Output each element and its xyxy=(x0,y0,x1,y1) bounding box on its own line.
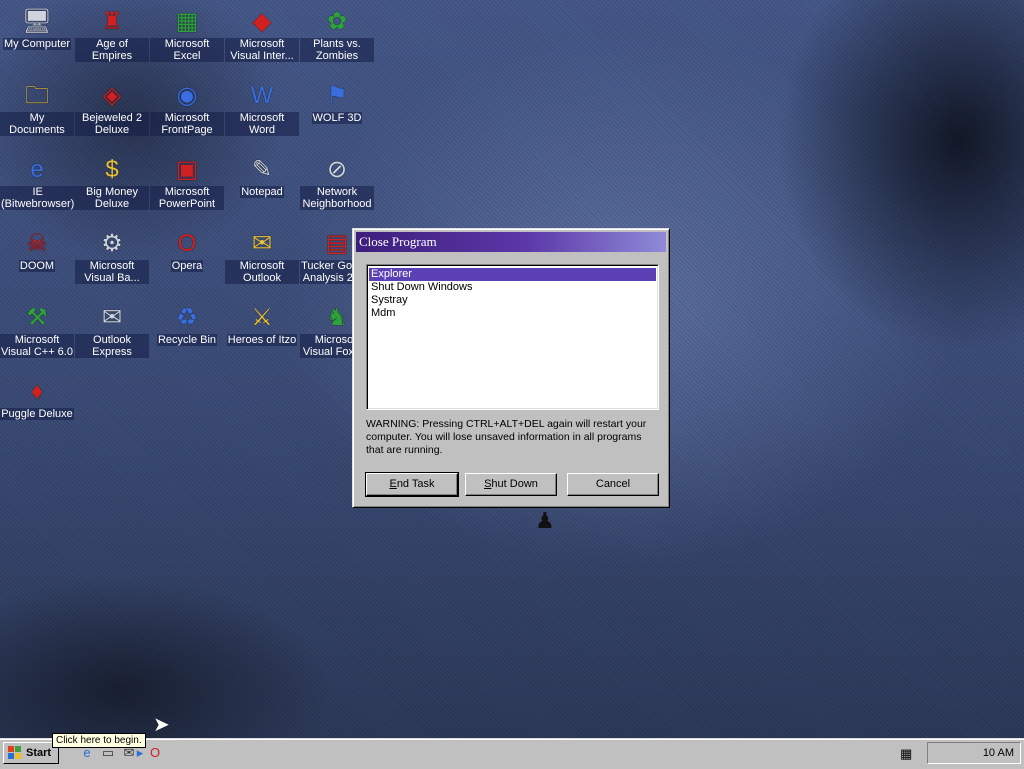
desktop-icon-label: Microsoft Visual Inter... xyxy=(225,38,299,62)
desktop-icon-label: Notepad xyxy=(240,186,284,198)
windows-logo-icon xyxy=(8,746,21,759)
tucker-google-analysis-2010-icon: ▤ xyxy=(325,230,349,257)
desktop-icon-label: Microsoft Visual C++ 6.0 xyxy=(0,334,74,358)
desktop-icon-label: Outlook Express xyxy=(75,334,149,358)
desktop-icon-puggle-deluxe[interactable]: ♦ Puggle Deluxe xyxy=(0,374,74,444)
desktop-icon-label: Puggle Deluxe xyxy=(0,408,74,420)
my-documents-icon: 🗀 xyxy=(25,82,49,109)
microsoft-visual-foxpro-icon: ♞ xyxy=(326,304,348,331)
process-item-shut-down-windows[interactable]: Shut Down Windows xyxy=(369,281,656,294)
desktop-icon-network-neighborhood[interactable]: ⊘ Network Neighborhood xyxy=(300,152,374,222)
desktop-icon-label: Big Money Deluxe xyxy=(75,186,149,210)
mouse-cursor-icon: ➤ xyxy=(153,714,170,736)
big-money-deluxe-icon: $ xyxy=(105,156,119,183)
desktop-icon-microsoft-word[interactable]: W Microsoft Word xyxy=(225,78,299,148)
desktop-icon-label: My Computer xyxy=(2,38,72,50)
desktop-icon-label: Microsoft Excel xyxy=(150,38,224,62)
network-neighborhood-icon: ⊘ xyxy=(326,156,348,183)
task-scheduler-icon[interactable]: ▦ xyxy=(900,744,912,764)
desktop-icon-plants-vs-zombies[interactable]: ✿ Plants vs. Zombies xyxy=(300,4,374,74)
desktop-icon-microsoft-visual-c-6-0[interactable]: ⚒ Microsoft Visual C++ 6.0 xyxy=(0,300,74,370)
desktop-icon-heroes-of-itzo[interactable]: ⚔ Heroes of Itzo xyxy=(225,300,299,370)
desktop-icon-microsoft-outlook[interactable]: ✉ Microsoft Outlook xyxy=(225,226,299,296)
warning-text: WARNING: Pressing CTRL+ALT+DEL again wil… xyxy=(366,418,647,456)
dialog-title[interactable]: Close Program xyxy=(356,232,666,252)
process-item-mdm[interactable]: Mdm xyxy=(369,307,656,320)
clock[interactable]: 10 AM xyxy=(983,743,1014,763)
desktop-icon-recycle-bin[interactable]: ♻ Recycle Bin xyxy=(150,300,224,370)
start-label: Start xyxy=(26,747,52,759)
desktop-icon-microsoft-visual-ba[interactable]: ⚙ Microsoft Visual Ba... xyxy=(75,226,149,296)
desktop-icon-label: IE (Bitwebrowser) xyxy=(0,186,76,210)
puggle-deluxe-icon: ♦ xyxy=(30,378,44,405)
system-tray: ▦ 10 AM xyxy=(900,742,1021,764)
microsoft-visual-ba-icon: ⚙ xyxy=(101,230,123,257)
desktop-icon-bejeweled-2-deluxe[interactable]: ◈ Bejeweled 2 Deluxe xyxy=(75,78,149,148)
bejeweled-2-deluxe-icon: ◈ xyxy=(102,82,122,109)
desktop-icon-microsoft-powerpoint[interactable]: ▣ Microsoft PowerPoint xyxy=(150,152,224,222)
microsoft-word-icon: W xyxy=(250,82,274,109)
shut-down-button[interactable]: Shut Down xyxy=(465,473,557,496)
desktop-icon-my-computer[interactable]: 🖥 My Computer xyxy=(0,4,74,74)
process-item-explorer[interactable]: Explorer xyxy=(369,268,656,281)
microsoft-frontpage-icon: ◉ xyxy=(176,82,198,109)
microsoft-visual-c-6-0-icon: ⚒ xyxy=(26,304,48,331)
desktop-icon-label: Plants vs. Zombies xyxy=(300,38,374,62)
microsoft-outlook-icon: ✉ xyxy=(251,230,273,257)
desktop-icon-label: Microsoft Visual Ba... xyxy=(75,260,149,284)
desktop-icon-age-of-empires[interactable]: ♜ Age of Empires xyxy=(75,4,149,74)
microsoft-powerpoint-icon: ▣ xyxy=(175,156,199,183)
desktop-icon-notepad[interactable]: ✎ Notepad xyxy=(225,152,299,222)
doom-icon: ☠ xyxy=(26,230,48,257)
desktop-icon-label: Recycle Bin xyxy=(156,334,218,346)
cancel-button[interactable]: Cancel xyxy=(567,473,659,496)
process-item-systray[interactable]: Systray xyxy=(369,294,656,307)
desktop-icon-label: Network Neighborhood xyxy=(300,186,374,210)
microsoft-visual-inter-icon: ◆ xyxy=(252,8,272,35)
end-task-label: nd Task xyxy=(396,478,435,490)
notepad-icon: ✎ xyxy=(251,156,273,183)
opera-icon[interactable]: O xyxy=(146,744,164,762)
desktop-icon-label: Microsoft PowerPoint xyxy=(150,186,224,210)
desktop-icon-microsoft-visual-inter[interactable]: ◆ Microsoft Visual Inter... xyxy=(225,4,299,74)
start-button[interactable]: Start xyxy=(3,742,59,764)
process-list[interactable]: Explorer Shut Down Windows Systray Mdm xyxy=(366,264,659,410)
desktop-icon-label: Age of Empires xyxy=(75,38,149,62)
desktop-icon-label: WOLF 3D xyxy=(311,112,363,124)
close-program-dialog: Close Program Explorer Shut Down Windows… xyxy=(352,228,670,508)
desktop-icon-opera[interactable]: O Opera xyxy=(150,226,224,296)
outlook-express-icon: ✉ xyxy=(101,304,123,331)
desktop-icon-ie-bitwebrowser[interactable]: e IE (Bitwebrowser) xyxy=(0,152,76,222)
desktop-icon-label: Bejeweled 2 Deluxe xyxy=(75,112,149,136)
desktop-icon-label: Microsoft Outlook xyxy=(225,260,299,284)
desktop-icon-doom[interactable]: ☠ DOOM xyxy=(0,226,74,296)
ie-bitwebrowser-icon: e xyxy=(30,156,44,183)
desktop-icon-microsoft-frontpage[interactable]: ◉ Microsoft FrontPage xyxy=(150,78,224,148)
desktop-icon-label: Microsoft FrontPage xyxy=(150,112,224,136)
desktop-icon-microsoft-excel[interactable]: ▦ Microsoft Excel xyxy=(150,4,224,74)
desktop-icon-label: Opera xyxy=(170,260,204,272)
desktop-icon-label: My Documents xyxy=(0,112,74,136)
desktop-icon-label: Microsoft Word xyxy=(225,112,299,136)
age-of-empires-icon: ♜ xyxy=(101,8,123,35)
microsoft-excel-icon: ▦ xyxy=(175,8,199,35)
end-task-access-key: E xyxy=(389,478,397,490)
desktop-icon-my-documents[interactable]: 🗀 My Documents xyxy=(0,78,74,148)
start-tooltip: Click here to begin. xyxy=(52,733,146,748)
opera-icon: O xyxy=(177,230,197,257)
plants-vs-zombies-icon: ✿ xyxy=(326,8,348,35)
desktop-icon-wolf-3d[interactable]: ⚑ WOLF 3D xyxy=(300,78,374,148)
end-task-button[interactable]: End Task xyxy=(365,472,459,497)
desktop-icon-big-money-deluxe[interactable]: $ Big Money Deluxe xyxy=(75,152,149,222)
wallpaper-figure: ♟ xyxy=(535,508,555,533)
desktop-icon-label: DOOM xyxy=(18,260,56,272)
heroes-of-itzo-icon: ⚔ xyxy=(251,304,273,331)
taskbar: Start e ▭ ✉ ▸ O ▦ 10 AM xyxy=(0,738,1024,769)
shut-down-label: hut Down xyxy=(491,478,538,490)
desktop-icon-outlook-express[interactable]: ✉ Outlook Express xyxy=(75,300,149,370)
wolf-3d-icon: ⚑ xyxy=(326,82,348,109)
recycle-bin-icon: ♻ xyxy=(176,304,198,331)
my-computer-icon: 🖥 xyxy=(21,8,53,35)
desktop-icon-label: Heroes of Itzo xyxy=(226,334,298,346)
